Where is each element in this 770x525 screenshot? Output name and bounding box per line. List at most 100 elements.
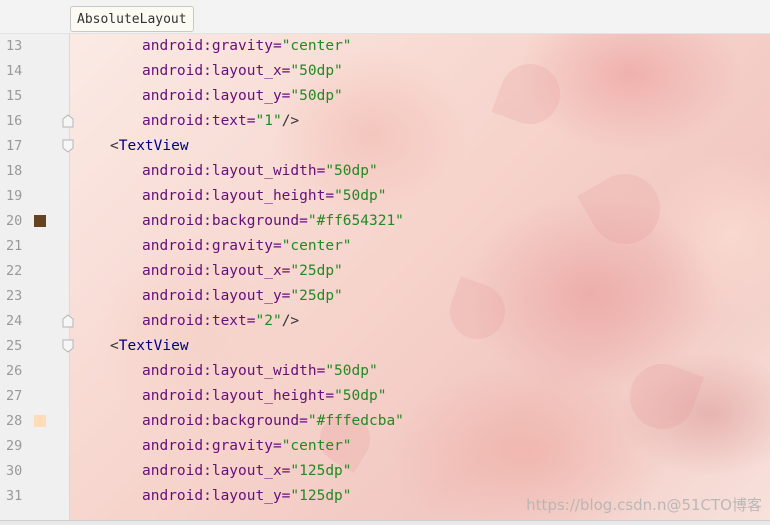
- attribute-name: android:layout_x=: [142, 263, 291, 279]
- code-line[interactable]: 14 android:layout_x="50dp": [0, 59, 770, 84]
- attribute-value: "center": [281, 38, 352, 54]
- code-text[interactable]: android:background="#ff654321": [142, 209, 404, 234]
- code-text[interactable]: android:layout_x="25dp": [142, 259, 343, 284]
- code-text[interactable]: android:layout_y="125dp": [142, 484, 352, 509]
- line-number: 13: [6, 38, 23, 54]
- code-line[interactable]: 28 android:background="#fffedcba": [0, 409, 770, 434]
- line-number: 26: [6, 363, 23, 379]
- line-number: 14: [6, 63, 23, 79]
- attribute-value: "50dp": [325, 363, 378, 379]
- line-number: 27: [6, 388, 23, 404]
- code-text[interactable]: android:layout_x="50dp": [142, 59, 343, 84]
- code-line[interactable]: 30 android:layout_x="125dp": [0, 459, 770, 484]
- code-text[interactable]: android:text="2"/>: [142, 309, 299, 334]
- attribute-value: "25dp": [290, 288, 343, 304]
- code-line[interactable]: 18 android:layout_width="50dp": [0, 159, 770, 184]
- attribute-value: "2": [255, 313, 282, 329]
- code-line[interactable]: 23 android:layout_y="25dp": [0, 284, 770, 309]
- tag-close: />: [281, 113, 300, 129]
- code-line[interactable]: 21 android:gravity="center": [0, 234, 770, 259]
- line-number: 23: [6, 288, 23, 304]
- code-line[interactable]: 25 <TextView: [0, 334, 770, 359]
- attribute-name: android:layout_height=: [142, 188, 335, 204]
- line-number: 15: [6, 88, 23, 104]
- code-text[interactable]: android:layout_height="50dp": [142, 184, 386, 209]
- code-line[interactable]: 16 android:text="1"/>: [0, 109, 770, 134]
- code-editor: AbsoluteLayout 13 android:gravity="center…: [0, 0, 770, 525]
- attribute-name: android:gravity=: [142, 38, 282, 54]
- attribute-name: android:text=: [142, 313, 256, 329]
- attribute-value: "50dp": [334, 388, 387, 404]
- tag-close: />: [281, 313, 300, 329]
- attribute-name: android:background=: [142, 213, 308, 229]
- code-text[interactable]: android:text="1"/>: [142, 109, 299, 134]
- attribute-name: android:layout_width=: [142, 363, 326, 379]
- attribute-name: android:text=: [142, 113, 256, 129]
- attribute-value: "center": [281, 238, 352, 254]
- code-line[interactable]: 17 <TextView: [0, 134, 770, 159]
- fold-end-icon[interactable]: [62, 314, 74, 328]
- line-number: 22: [6, 263, 23, 279]
- line-number: 16: [6, 113, 23, 129]
- tag-name: TextView: [118, 338, 189, 354]
- breadcrumb[interactable]: AbsoluteLayout: [70, 6, 194, 32]
- line-number: 18: [6, 163, 23, 179]
- attribute-value: "125dp": [290, 463, 352, 479]
- code-text[interactable]: android:gravity="center": [142, 34, 352, 59]
- attribute-name: android:background=: [142, 413, 308, 429]
- line-number: 29: [6, 438, 23, 454]
- attribute-name: android:layout_width=: [142, 163, 326, 179]
- color-swatch-icon[interactable]: [34, 215, 46, 227]
- code-line[interactable]: 15 android:layout_y="50dp": [0, 84, 770, 109]
- code-text[interactable]: android:gravity="center": [142, 434, 352, 459]
- attribute-value: "50dp": [290, 88, 343, 104]
- attribute-value: "#ff654321": [307, 213, 404, 229]
- line-number: 19: [6, 188, 23, 204]
- tag-name: TextView: [118, 138, 189, 154]
- editor-top-bar: AbsoluteLayout: [0, 0, 770, 34]
- line-number: 31: [6, 488, 23, 504]
- code-line[interactable]: 26 android:layout_width="50dp": [0, 359, 770, 384]
- code-text[interactable]: android:background="#fffedcba": [142, 409, 404, 434]
- code-text[interactable]: <TextView: [110, 334, 189, 359]
- line-number: 28: [6, 413, 23, 429]
- attribute-name: android:gravity=: [142, 438, 282, 454]
- code-text[interactable]: android:layout_width="50dp": [142, 159, 378, 184]
- line-number: 30: [6, 463, 23, 479]
- code-text[interactable]: android:layout_x="125dp": [142, 459, 352, 484]
- code-text[interactable]: android:layout_y="25dp": [142, 284, 343, 309]
- code-line[interactable]: 27 android:layout_height="50dp": [0, 384, 770, 409]
- line-number: 25: [6, 338, 23, 354]
- code-text[interactable]: android:layout_y="50dp": [142, 84, 343, 109]
- code-line[interactable]: 13 android:gravity="center": [0, 34, 770, 59]
- tag-bracket: <: [110, 138, 119, 154]
- attribute-name: android:layout_x=: [142, 63, 291, 79]
- line-number: 21: [6, 238, 23, 254]
- line-number: 24: [6, 313, 23, 329]
- attribute-value: "center": [281, 438, 352, 454]
- watermark: https://blog.csdn.n@51CTO博客: [526, 496, 762, 514]
- code-text[interactable]: <TextView: [110, 134, 189, 159]
- color-swatch-icon[interactable]: [34, 415, 46, 427]
- attribute-value: "#fffedcba": [307, 413, 404, 429]
- attribute-value: "125dp": [290, 488, 352, 504]
- attribute-name: android:layout_y=: [142, 288, 291, 304]
- code-line[interactable]: 19 android:layout_height="50dp": [0, 184, 770, 209]
- attribute-value: "1": [255, 113, 282, 129]
- code-text[interactable]: android:gravity="center": [142, 234, 352, 259]
- attribute-name: android:layout_y=: [142, 488, 291, 504]
- code-line[interactable]: 29 android:gravity="center": [0, 434, 770, 459]
- attribute-name: android:layout_x=: [142, 463, 291, 479]
- attribute-name: android:layout_y=: [142, 88, 291, 104]
- code-line[interactable]: 20 android:background="#ff654321": [0, 209, 770, 234]
- fold-start-icon[interactable]: [62, 139, 74, 153]
- fold-end-icon[interactable]: [62, 114, 74, 128]
- attribute-value: "25dp": [290, 263, 343, 279]
- attribute-name: android:layout_height=: [142, 388, 335, 404]
- code-line[interactable]: 24 android:text="2"/>: [0, 309, 770, 334]
- code-text[interactable]: android:layout_height="50dp": [142, 384, 386, 409]
- bottom-scrollbar[interactable]: [0, 520, 770, 525]
- code-line[interactable]: 22 android:layout_x="25dp": [0, 259, 770, 284]
- fold-start-icon[interactable]: [62, 339, 74, 353]
- code-text[interactable]: android:layout_width="50dp": [142, 359, 378, 384]
